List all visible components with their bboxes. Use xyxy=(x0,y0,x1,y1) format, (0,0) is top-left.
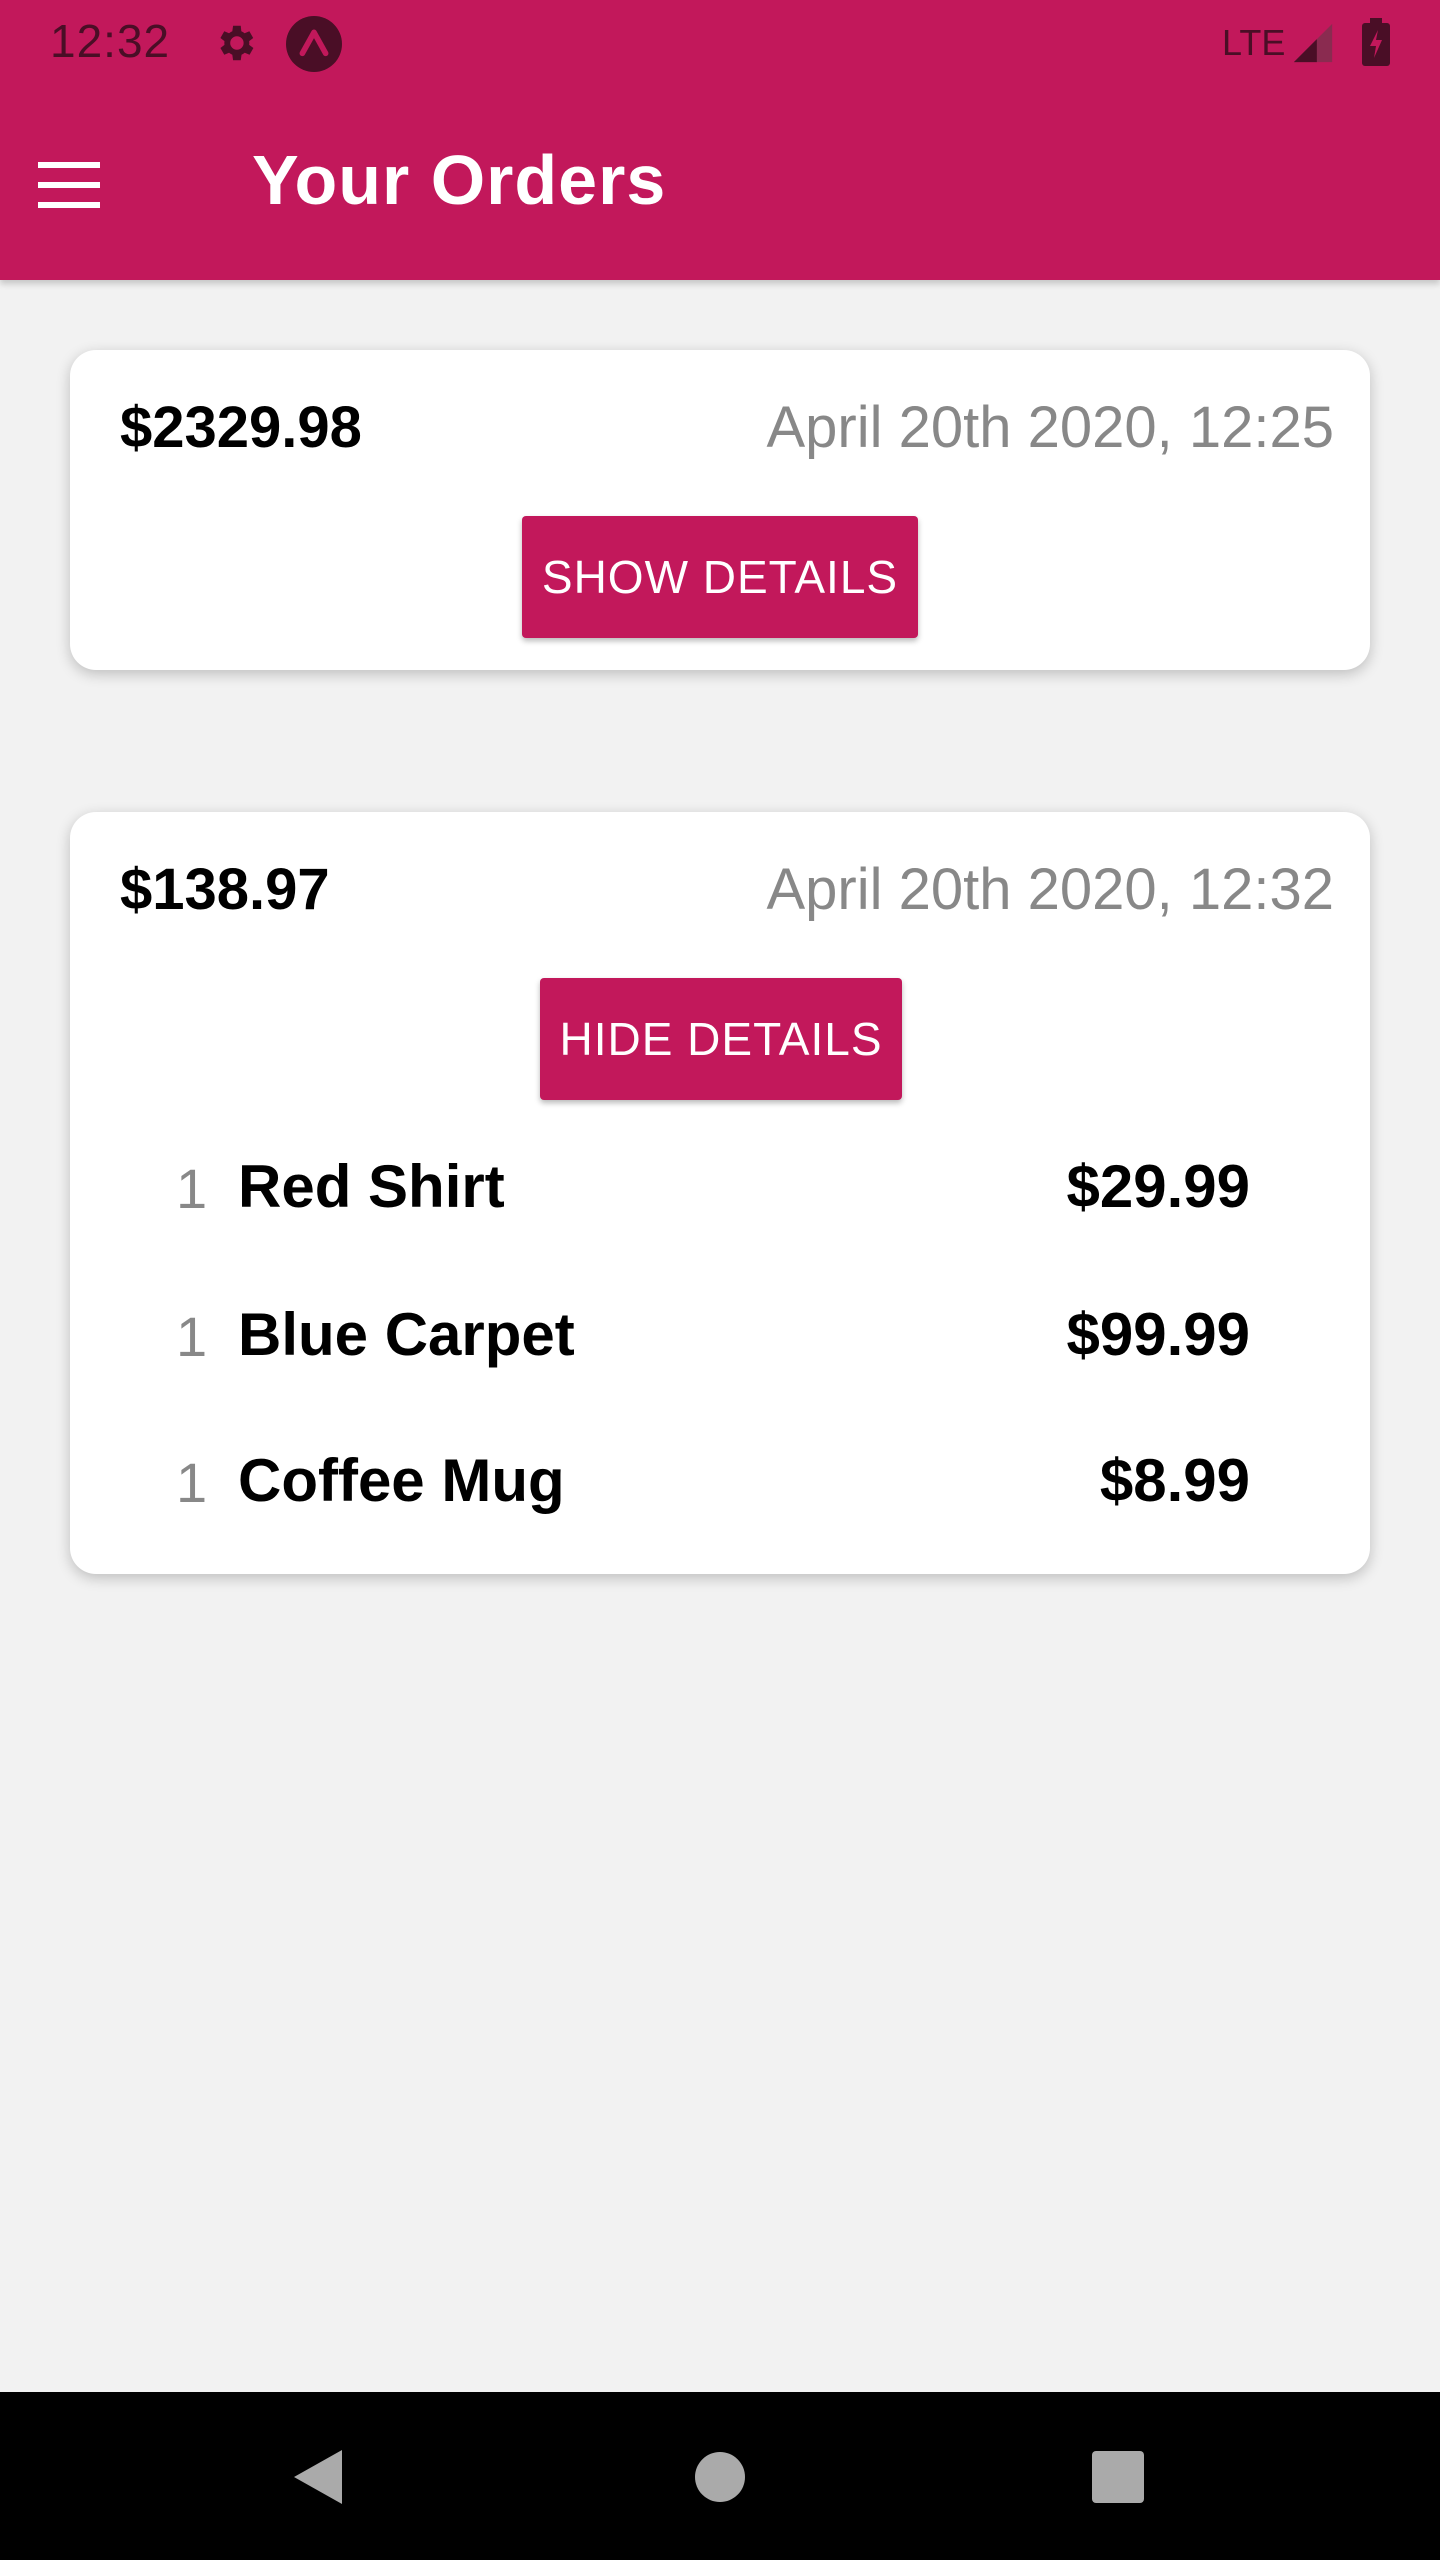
order-item: 1 Red Shirt $29.99 xyxy=(70,1130,1370,1250)
status-time: 12:32 xyxy=(50,15,171,67)
order-total: $138.97 xyxy=(120,857,330,922)
app-header: 12:32 LTE Your Orders xyxy=(0,0,1440,280)
expo-icon xyxy=(286,16,342,72)
recent-apps-button[interactable] xyxy=(1063,2422,1173,2532)
item-quantity: 1 xyxy=(176,1157,208,1220)
back-icon xyxy=(294,2450,342,2504)
order-date: April 20th 2020, 12:25 xyxy=(766,395,1334,460)
order-item: 1 Coffee Mug $8.99 xyxy=(70,1424,1370,1544)
order-card: $2329.98 April 20th 2020, 12:25 SHOW DET… xyxy=(70,350,1370,670)
item-price: $99.99 xyxy=(1066,1301,1250,1368)
item-name: Coffee Mug xyxy=(238,1447,565,1514)
item-name: Red Shirt xyxy=(238,1153,505,1220)
item-name: Blue Carpet xyxy=(238,1301,575,1368)
system-navigation-bar xyxy=(0,2392,1440,2560)
item-quantity: 1 xyxy=(176,1305,208,1368)
order-item: 1 Blue Carpet $99.99 xyxy=(70,1278,1370,1398)
recent-apps-icon xyxy=(1092,2451,1144,2503)
hide-details-button[interactable]: HIDE DETAILS xyxy=(540,978,902,1100)
order-date: April 20th 2020, 12:32 xyxy=(766,857,1334,922)
home-button[interactable] xyxy=(665,2422,775,2532)
status-bar: 12:32 LTE xyxy=(0,0,1440,84)
back-button[interactable] xyxy=(264,2422,374,2532)
item-price: $29.99 xyxy=(1066,1153,1250,1220)
order-card: $138.97 April 20th 2020, 12:32 HIDE DETA… xyxy=(70,812,1370,1574)
hamburger-menu-icon xyxy=(38,162,100,208)
item-price: $8.99 xyxy=(1099,1447,1250,1514)
battery-charging-icon xyxy=(1362,18,1390,66)
item-quantity: 1 xyxy=(176,1451,208,1514)
home-icon xyxy=(695,2452,745,2502)
show-details-button[interactable]: SHOW DETAILS xyxy=(522,516,918,638)
gear-icon xyxy=(220,25,254,61)
order-total: $2329.98 xyxy=(120,395,362,460)
page-title: Your Orders xyxy=(252,141,667,219)
signal-icon xyxy=(1293,23,1333,63)
menu-button[interactable] xyxy=(30,150,110,220)
network-type: LTE xyxy=(1222,22,1286,63)
